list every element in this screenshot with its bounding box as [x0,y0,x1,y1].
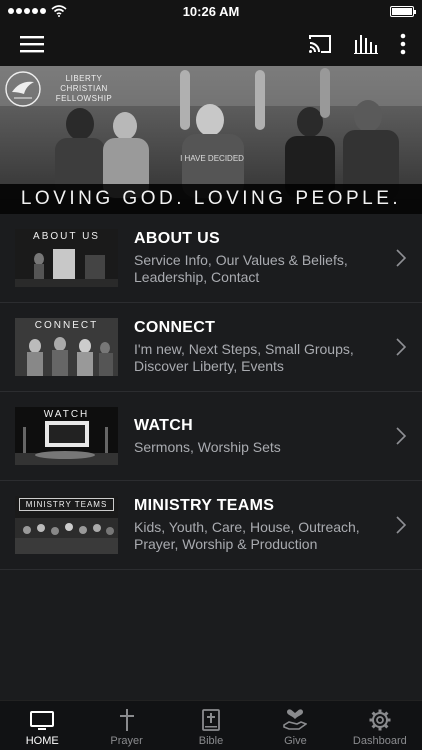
about-us-subtitle: Service Info, Our Values & Beliefs, Lead… [134,252,348,285]
tagline: LOVING GOD. LOVING PEOPLE. [0,184,422,214]
cross-icon [119,709,134,731]
about-us-thumbnail: ABOUT US [15,229,118,287]
connect-text: CONNECT I'm new, Next Steps, Small Group… [134,319,374,375]
chevron-right-icon [396,516,406,534]
menu-item-ministry-teams[interactable]: MINISTRY TEAMS MINISTRY TEAMS Kids, Yout… [0,481,422,570]
tab-dashboard[interactable]: Dashboard [338,701,422,750]
give-heart-hand-icon [283,709,308,730]
menu-item-connect[interactable]: CONNECT CONNECT I'm new, Next Steps, Sma… [0,303,422,392]
wifi-icon [51,5,67,17]
menu-item-about-us[interactable]: ABOUT US ABOUT US Service Info, Our Valu… [0,214,422,303]
watch-thumbnail: WATCH [15,407,118,465]
cast-button[interactable] [308,34,332,54]
ministry-teams-title: MINISTRY TEAMS [134,497,275,514]
watch-subtitle: Sermons, Worship Sets [134,438,281,455]
ministry-teams-thumb-label: MINISTRY TEAMS [19,498,114,511]
status-bar: 10:26 AM [0,0,422,22]
tab-home[interactable]: HOME [0,701,84,750]
tab-give-label: Give [284,735,307,747]
hamburger-menu-button[interactable] [20,35,44,53]
tab-prayer-label: Prayer [110,735,143,747]
nav-actions [308,33,406,55]
signal-icon [8,8,46,14]
bible-icon [202,709,220,731]
more-vertical-icon [400,33,406,55]
menu-item-watch[interactable]: WATCH WATCH Sermons, Worship Sets [0,392,422,481]
dove-logo-icon [5,71,41,107]
watch-title: WATCH [134,416,193,434]
bottom-tab-bar: HOME Prayer Bible Give Dashboard [0,700,422,750]
about-us-thumb-label: ABOUT US [33,231,100,242]
tab-home-label: HOME [25,735,59,747]
chevron-right-icon [396,249,406,267]
tab-dashboard-label: Dashboard [352,735,407,747]
connect-subtitle: I'm new, Next Steps, Small Groups, Disco… [134,341,354,374]
ministry-teams-text: MINISTRY TEAMS Kids, Youth, Care, House,… [134,497,374,553]
chevron-right-icon [396,338,406,356]
tab-give[interactable]: Give [253,701,337,750]
battery-icon [390,5,416,17]
hamburger-icon [20,36,44,53]
chevron-right-icon [396,427,406,445]
watch-thumb-label: WATCH [43,409,90,420]
more-options-button[interactable] [400,33,406,55]
tab-bible[interactable]: Bible [169,701,253,750]
shirt-text: I HAVE DECIDED [180,154,244,163]
connect-thumbnail: CONNECT [15,318,118,376]
cast-icon [309,35,331,53]
tab-prayer[interactable]: Prayer [84,701,168,750]
about-us-text: ABOUT US Service Info, Our Values & Beli… [134,230,374,286]
monitor-icon [30,711,55,730]
ministry-teams-subtitle: Kids, Youth, Care, House, Outreach, Pray… [134,519,360,552]
connect-title: CONNECT [134,319,216,336]
about-us-title: ABOUT US [134,230,220,247]
hero-banner: I HAVE DECIDED LIBERTY CHRISTIAN FELLOWS… [0,66,422,214]
audio-button[interactable] [354,34,378,54]
church-logo: LIBERTY CHRISTIAN FELLOWSHIP [4,70,122,108]
ministry-teams-thumbnail: MINISTRY TEAMS [15,496,118,554]
watch-text: WATCH Sermons, Worship Sets [134,417,374,456]
church-name: LIBERTY CHRISTIAN FELLOWSHIP [55,74,113,103]
gear-icon [369,709,391,731]
tab-bible-label: Bible [198,735,224,747]
audio-bars-icon [354,35,378,54]
top-nav-bar [0,22,422,66]
connect-thumb-label: CONNECT [34,320,99,331]
status-left [8,5,67,17]
home-menu-list: ABOUT US ABOUT US Service Info, Our Valu… [0,214,422,570]
